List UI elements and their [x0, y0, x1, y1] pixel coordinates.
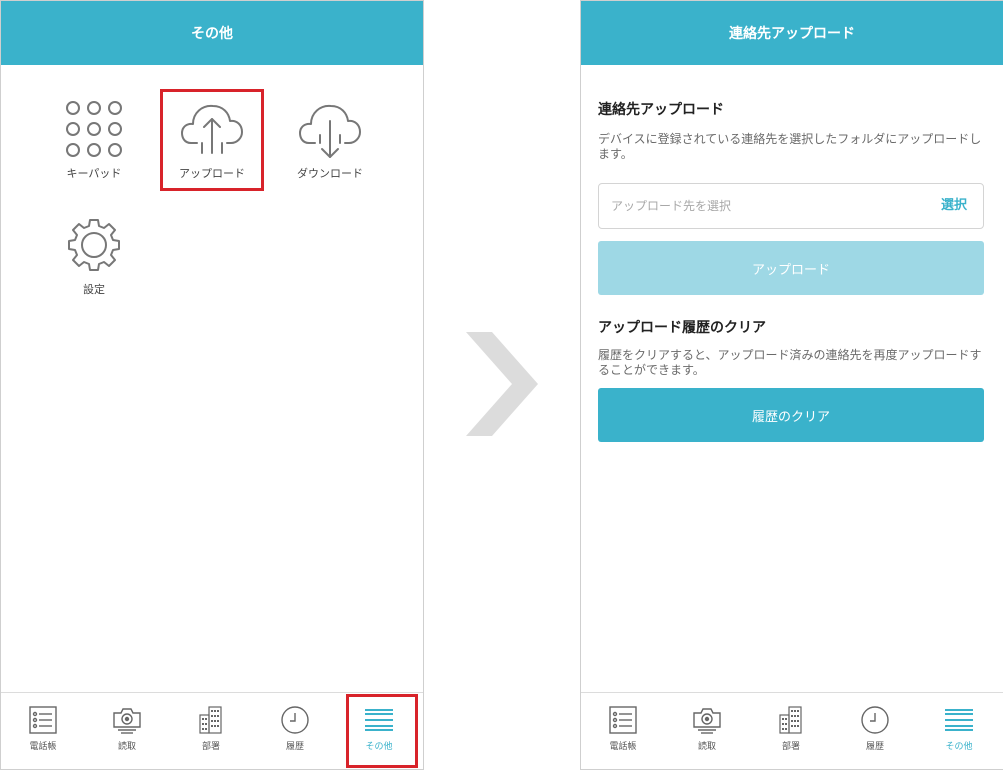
clock-icon [281, 706, 309, 734]
building-icon [199, 706, 222, 734]
select-destination-button[interactable]: 選択 [941, 184, 967, 228]
clear-section-title: アップロード履歴のクリア [598, 320, 766, 336]
nav-label-department: 部署 [201, 742, 220, 752]
phonebook-icon [609, 706, 637, 734]
nav-scan[interactable]: 読取 [665, 693, 749, 769]
header-bar: 連絡先アップロード [581, 1, 1003, 65]
menu-label-settings: 設定 [83, 283, 105, 296]
clear-history-button[interactable]: 履歴のクリア [598, 388, 984, 442]
menu-settings[interactable]: 設定 [39, 217, 149, 297]
nav-history[interactable]: 履歴 [833, 693, 917, 769]
nav-department[interactable]: 部署 [749, 693, 833, 769]
menu-keypad[interactable]: キーパッド [39, 99, 149, 181]
nav-label-other: その他 [945, 742, 973, 752]
upload-section-description: デバイスに登録されている連絡先を選択したフォルダにアップロードします。 [598, 132, 982, 161]
menu-label-download: ダウンロード [297, 167, 363, 180]
clear-section-description: 履歴をクリアすると、アップロード済みの連絡先を再度アップロードすることができます… [598, 348, 982, 377]
page-title: その他 [191, 26, 233, 42]
menu-label-keypad: キーパッド [66, 167, 122, 180]
upload-highlight-frame [160, 89, 264, 191]
chevron-right-icon [466, 332, 538, 436]
nav-label-phonebook: 電話帳 [609, 742, 637, 752]
header-bar: その他 [1, 1, 423, 65]
upload-destination-input[interactable] [611, 184, 911, 228]
menu-icon [945, 709, 973, 731]
nav-label-history: 履歴 [865, 742, 884, 752]
nav-label-scan: 読取 [117, 742, 136, 752]
clock-icon [861, 706, 889, 734]
nav-scan[interactable]: 読取 [85, 693, 169, 769]
upload-destination-field: 選択 [598, 183, 984, 229]
camera-icon [113, 708, 141, 734]
other-screen: その他 キーパッド アップロード ダウンロード 設定 電話帳 読取 部署 履歴 … [0, 0, 424, 770]
nav-department[interactable]: 部署 [169, 693, 253, 769]
building-icon [779, 706, 802, 734]
bottom-nav: 電話帳 読取 部署 履歴 その他 [581, 692, 1003, 769]
menu-download[interactable]: ダウンロード [275, 99, 385, 181]
contact-upload-screen: 連絡先アップロード 連絡先アップロード デバイスに登録されている連絡先を選択した… [580, 0, 1003, 770]
nav-label-history: 履歴 [285, 742, 304, 752]
cloud-download-icon [299, 104, 361, 158]
nav-phonebook[interactable]: 電話帳 [581, 693, 665, 769]
upload-section-title: 連絡先アップロード [598, 102, 724, 118]
nav-label-department: 部署 [781, 742, 800, 752]
nav-other[interactable]: その他 [917, 693, 1001, 769]
keypad-icon [66, 101, 122, 157]
nav-label-phonebook: 電話帳 [29, 742, 57, 752]
upload-button[interactable]: アップロード [598, 241, 984, 295]
other-tab-highlight-frame [346, 694, 418, 768]
nav-history[interactable]: 履歴 [253, 693, 337, 769]
nav-label-scan: 読取 [697, 742, 716, 752]
nav-phonebook[interactable]: 電話帳 [1, 693, 85, 769]
phonebook-icon [29, 706, 57, 734]
page-title: 連絡先アップロード [729, 26, 855, 42]
camera-icon [693, 708, 721, 734]
gear-icon [68, 219, 120, 271]
